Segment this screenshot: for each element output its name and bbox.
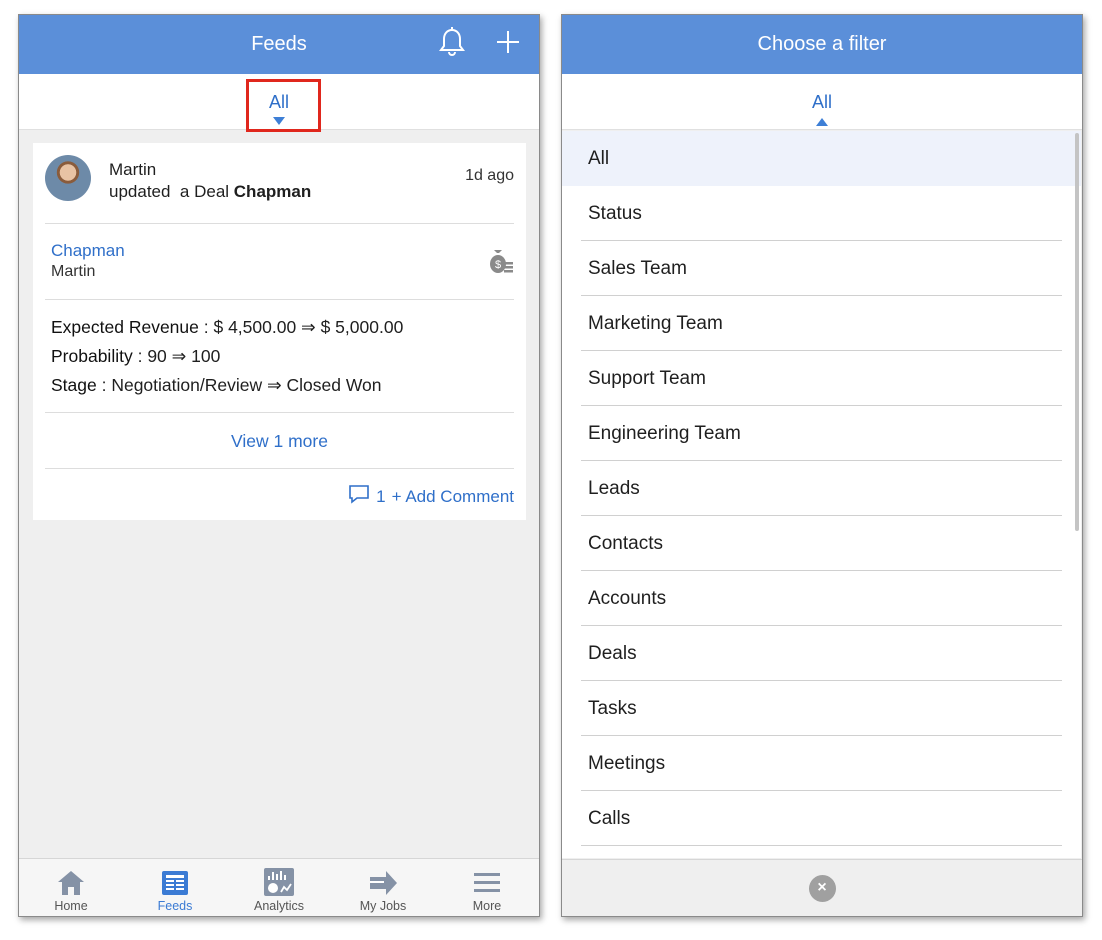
change-label: Probability (51, 346, 133, 366)
add-comment-button[interactable]: + Add Comment (392, 487, 514, 507)
filter-option-marketing-team[interactable]: Marketing Team (562, 296, 1081, 351)
filter-option-calls[interactable]: Calls (562, 791, 1081, 846)
filter-option-meetings[interactable]: Meetings (562, 736, 1081, 791)
tab-label: My Jobs (359, 899, 407, 913)
filter-option-support-team[interactable]: Support Team (562, 351, 1081, 406)
tab-label: Feeds (157, 899, 193, 913)
tab-label: Analytics (253, 899, 305, 913)
tab-label: Home (54, 899, 88, 913)
comment-count[interactable]: 1 (376, 487, 385, 507)
feed-user-name[interactable]: Martin (109, 160, 156, 180)
divider (45, 299, 514, 300)
action-verb: updated (109, 182, 171, 201)
divider (45, 223, 514, 224)
change-label: Expected Revenue (51, 317, 199, 337)
home-icon (58, 871, 84, 895)
deal-link[interactable]: Chapman (51, 241, 125, 261)
filter-options-list: All Status Sales Team Marketing Team Sup… (562, 131, 1081, 858)
filter-selector[interactable]: All (562, 92, 1082, 113)
divider (45, 468, 514, 469)
filter-screen: Choose a filter All All Status Sales Tea… (561, 14, 1083, 917)
deal-money-icon: $ (488, 250, 514, 279)
tab-feeds[interactable]: Feeds (123, 859, 227, 916)
filter-option-deals[interactable]: Deals (562, 626, 1081, 681)
filter-option-status[interactable]: Status (562, 186, 1081, 241)
object-type: a Deal (179, 182, 230, 201)
change-value: $ 4,500.00 ⇒ $ 5,000.00 (213, 317, 404, 337)
divider (45, 412, 514, 413)
change-separator: : (198, 317, 214, 337)
change-expected-revenue: Expected Revenue : $ 4,500.00 ⇒ $ 5,000.… (51, 317, 403, 338)
deal-owner: Martin (51, 263, 96, 280)
filter-option-all[interactable]: All (562, 131, 1081, 186)
page-title: Choose a filter (757, 33, 887, 55)
tab-more[interactable]: More (435, 859, 539, 916)
highlight-annotation (246, 79, 321, 132)
caret-up-icon (816, 118, 828, 126)
feeds-icon (162, 871, 188, 895)
change-separator: : (132, 346, 148, 366)
change-stage: Stage : Negotiation/Review ⇒ Closed Won (51, 375, 382, 396)
feeds-header: Feeds (19, 15, 539, 74)
tab-label: More (472, 899, 502, 913)
view-more-link[interactable]: View 1 more (33, 431, 526, 452)
tab-my-jobs[interactable]: My Jobs (331, 859, 435, 916)
filter-bar[interactable]: All (562, 74, 1082, 130)
my-jobs-icon (370, 871, 397, 895)
bell-icon[interactable] (439, 26, 465, 63)
change-value: Negotiation/Review ⇒ Closed Won (111, 375, 382, 395)
change-value: 90 ⇒ 100 (147, 346, 221, 366)
filter-option-accounts[interactable]: Accounts (562, 571, 1081, 626)
timestamp: 1d ago (465, 167, 514, 184)
tab-analytics[interactable]: Analytics (227, 859, 331, 916)
change-separator: : (96, 375, 112, 395)
analytics-icon (264, 868, 294, 896)
filter-option-tasks[interactable]: Tasks (562, 681, 1081, 736)
scrollbar[interactable] (1075, 133, 1079, 531)
filter-option-leads[interactable]: Leads (562, 461, 1081, 516)
tab-home[interactable]: Home (19, 859, 123, 916)
feeds-screen: Feeds All Martin updated a Deal Chapman … (18, 14, 540, 917)
svg-text:$: $ (495, 259, 501, 271)
close-icon[interactable]: × (808, 874, 836, 902)
filter-option-contacts[interactable]: Contacts (562, 516, 1081, 571)
filter-option-engineering-team[interactable]: Engineering Team (562, 406, 1081, 461)
change-probability: Probability : 90 ⇒ 100 (51, 346, 220, 367)
filter-option-sales-team[interactable]: Sales Team (562, 241, 1081, 296)
feed-action: updated a Deal Chapman (109, 182, 311, 202)
filter-footer: × (562, 859, 1082, 916)
change-label: Stage (51, 375, 97, 395)
tab-bar: Home Feeds Analytics My Jobs More (19, 858, 539, 916)
comment-row[interactable]: 1 + Add Comment (348, 484, 514, 509)
filter-header: Choose a filter (562, 15, 1082, 74)
avatar[interactable] (45, 155, 91, 201)
object-name: Chapman (233, 182, 312, 201)
page-title: Feeds (251, 33, 307, 55)
feed-card: Martin updated a Deal Chapman 1d ago Cha… (33, 143, 526, 520)
menu-icon (474, 873, 500, 892)
add-icon[interactable] (495, 29, 521, 61)
comment-icon[interactable] (348, 484, 370, 509)
